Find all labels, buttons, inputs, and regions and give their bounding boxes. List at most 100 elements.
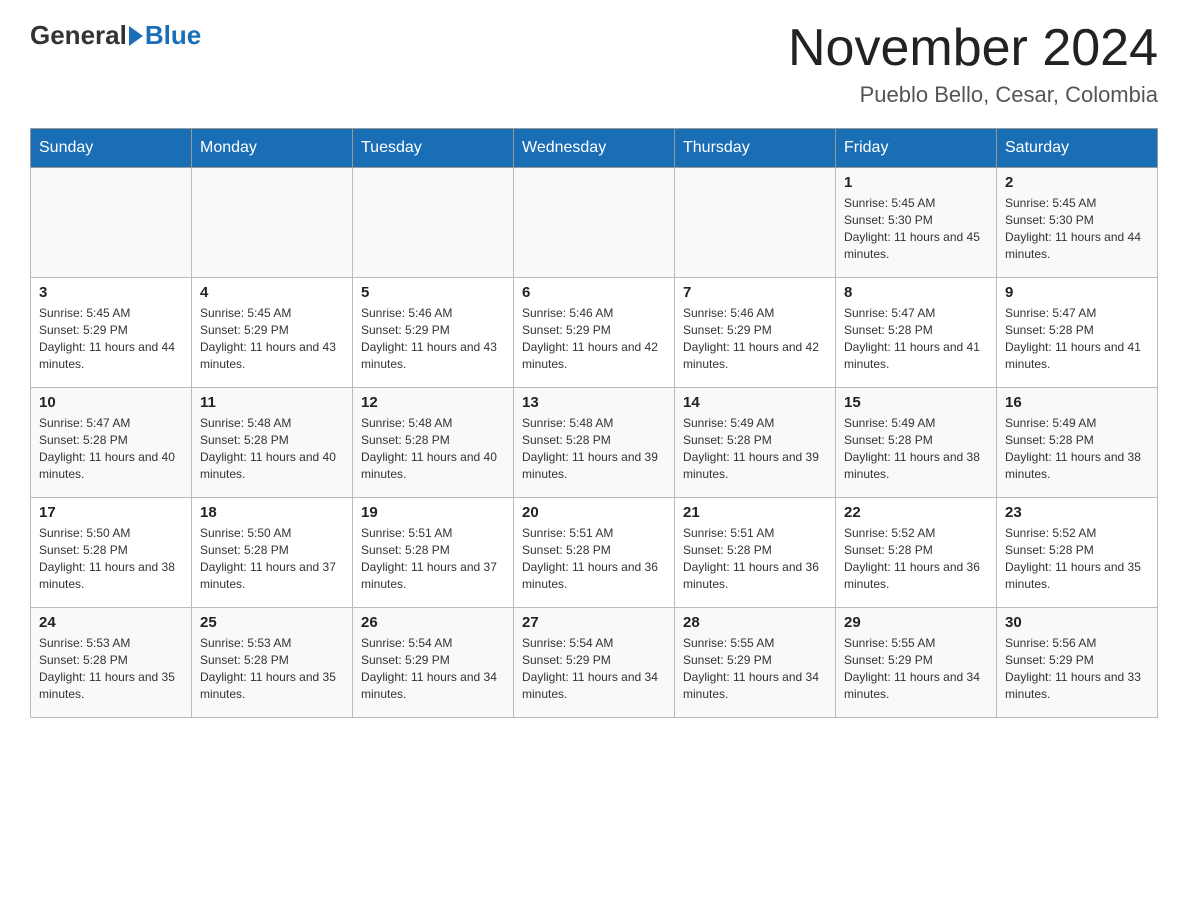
day-info: Sunrise: 5:55 AM Sunset: 5:29 PM Dayligh… — [844, 635, 988, 702]
day-info: Sunrise: 5:45 AM Sunset: 5:29 PM Dayligh… — [39, 305, 183, 372]
logo-blue-text: Blue — [145, 20, 201, 51]
day-info: Sunrise: 5:53 AM Sunset: 5:28 PM Dayligh… — [39, 635, 183, 702]
day-info: Sunrise: 5:50 AM Sunset: 5:28 PM Dayligh… — [200, 525, 344, 592]
day-info: Sunrise: 5:52 AM Sunset: 5:28 PM Dayligh… — [844, 525, 988, 592]
calendar-day: 13 Sunrise: 5:48 AM Sunset: 5:28 PM Dayli… — [514, 388, 675, 498]
calendar-day: 23 Sunrise: 5:52 AM Sunset: 5:28 PM Dayli… — [997, 498, 1158, 608]
day-number: 17 — [39, 504, 183, 521]
day-info: Sunrise: 5:48 AM Sunset: 5:28 PM Dayligh… — [200, 415, 344, 482]
col-wednesday: Wednesday — [514, 129, 675, 168]
day-info: Sunrise: 5:52 AM Sunset: 5:28 PM Dayligh… — [1005, 525, 1149, 592]
col-sunday: Sunday — [31, 129, 192, 168]
location-subtitle: Pueblo Bello, Cesar, Colombia — [788, 82, 1158, 108]
day-number: 2 — [1005, 174, 1149, 191]
day-number: 12 — [361, 394, 505, 411]
day-number: 6 — [522, 284, 666, 301]
day-info: Sunrise: 5:46 AM Sunset: 5:29 PM Dayligh… — [361, 305, 505, 372]
day-info: Sunrise: 5:55 AM Sunset: 5:29 PM Dayligh… — [683, 635, 827, 702]
calendar-day: 29Sunrise: 5:55 AM Sunset: 5:29 PM Dayli… — [836, 608, 997, 718]
day-number: 23 — [1005, 504, 1149, 521]
day-number: 14 — [683, 394, 827, 411]
day-number: 20 — [522, 504, 666, 521]
day-number: 10 — [39, 394, 183, 411]
col-thursday: Thursday — [675, 129, 836, 168]
calendar-day — [31, 168, 192, 278]
calendar-day: 8Sunrise: 5:47 AM Sunset: 5:28 PM Daylig… — [836, 278, 997, 388]
day-info: Sunrise: 5:45 AM Sunset: 5:29 PM Dayligh… — [200, 305, 344, 372]
day-info: Sunrise: 5:49 AM Sunset: 5:28 PM Dayligh… — [683, 415, 827, 482]
calendar-day: 26 Sunrise: 5:54 AM Sunset: 5:29 PM Dayli… — [353, 608, 514, 718]
day-number: 3 — [39, 284, 183, 301]
calendar-day: 21 Sunrise: 5:51 AM Sunset: 5:28 PM Dayli… — [675, 498, 836, 608]
page-header: General Blue November 2024 Pueblo Bello,… — [30, 20, 1158, 108]
day-info: Sunrise: 5:48 AM Sunset: 5:28 PM Dayligh… — [361, 415, 505, 482]
calendar-day: 14 Sunrise: 5:49 AM Sunset: 5:28 PM Dayli… — [675, 388, 836, 498]
day-info: Sunrise: 5:46 AM Sunset: 5:29 PM Dayligh… — [683, 305, 827, 372]
calendar-day: 11 Sunrise: 5:48 AM Sunset: 5:28 PM Dayli… — [192, 388, 353, 498]
col-tuesday: Tuesday — [353, 129, 514, 168]
day-info: Sunrise: 5:50 AM Sunset: 5:28 PM Dayligh… — [39, 525, 183, 592]
day-number: 26 — [361, 614, 505, 631]
calendar-day: 18 Sunrise: 5:50 AM Sunset: 5:28 PM Dayli… — [192, 498, 353, 608]
calendar-day: 5 Sunrise: 5:46 AM Sunset: 5:29 PM Daylig… — [353, 278, 514, 388]
calendar-day: 7 Sunrise: 5:46 AM Sunset: 5:29 PM Daylig… — [675, 278, 836, 388]
calendar-day: 19Sunrise: 5:51 AM Sunset: 5:28 PM Dayli… — [353, 498, 514, 608]
calendar-week-5: 24 Sunrise: 5:53 AM Sunset: 5:28 PM Dayli… — [31, 608, 1158, 718]
calendar-day: 30 Sunrise: 5:56 AM Sunset: 5:29 PM Dayli… — [997, 608, 1158, 718]
calendar-week-3: 10Sunrise: 5:47 AM Sunset: 5:28 PM Dayli… — [31, 388, 1158, 498]
day-number: 28 — [683, 614, 827, 631]
day-number: 11 — [200, 394, 344, 411]
calendar-day: 22Sunrise: 5:52 AM Sunset: 5:28 PM Dayli… — [836, 498, 997, 608]
calendar-day: 27 Sunrise: 5:54 AM Sunset: 5:29 PM Dayli… — [514, 608, 675, 718]
calendar-week-1: 1 Sunrise: 5:45 AM Sunset: 5:30 PM Daylig… — [31, 168, 1158, 278]
day-number: 16 — [1005, 394, 1149, 411]
calendar-day: 16 Sunrise: 5:49 AM Sunset: 5:28 PM Dayli… — [997, 388, 1158, 498]
day-number: 18 — [200, 504, 344, 521]
calendar-day: 15 Sunrise: 5:49 AM Sunset: 5:28 PM Dayli… — [836, 388, 997, 498]
day-number: 24 — [39, 614, 183, 631]
calendar-day: 28 Sunrise: 5:55 AM Sunset: 5:29 PM Dayli… — [675, 608, 836, 718]
day-number: 13 — [522, 394, 666, 411]
calendar-day — [192, 168, 353, 278]
month-title: November 2024 — [788, 20, 1158, 77]
calendar-day: 17 Sunrise: 5:50 AM Sunset: 5:28 PM Dayli… — [31, 498, 192, 608]
calendar-day: 24 Sunrise: 5:53 AM Sunset: 5:28 PM Dayli… — [31, 608, 192, 718]
calendar-day: 4 Sunrise: 5:45 AM Sunset: 5:29 PM Daylig… — [192, 278, 353, 388]
day-number: 19 — [361, 504, 505, 521]
calendar-week-4: 17 Sunrise: 5:50 AM Sunset: 5:28 PM Dayli… — [31, 498, 1158, 608]
day-number: 5 — [361, 284, 505, 301]
day-info: Sunrise: 5:47 AM Sunset: 5:28 PM Dayligh… — [844, 305, 988, 372]
day-info: Sunrise: 5:51 AM Sunset: 5:28 PM Dayligh… — [683, 525, 827, 592]
day-info: Sunrise: 5:46 AM Sunset: 5:29 PM Dayligh… — [522, 305, 666, 372]
day-info: Sunrise: 5:54 AM Sunset: 5:29 PM Dayligh… — [522, 635, 666, 702]
day-info: Sunrise: 5:53 AM Sunset: 5:28 PM Dayligh… — [200, 635, 344, 702]
calendar-day: 1Sunrise: 5:45 AM Sunset: 5:30 PM Daylig… — [836, 168, 997, 278]
calendar-day: 10Sunrise: 5:47 AM Sunset: 5:28 PM Dayli… — [31, 388, 192, 498]
day-info: Sunrise: 5:56 AM Sunset: 5:29 PM Dayligh… — [1005, 635, 1149, 702]
calendar-table: Sunday Monday Tuesday Wednesday Thursday… — [30, 128, 1158, 718]
day-info: Sunrise: 5:49 AM Sunset: 5:28 PM Dayligh… — [1005, 415, 1149, 482]
day-info: Sunrise: 5:51 AM Sunset: 5:28 PM Dayligh… — [522, 525, 666, 592]
day-number: 1 — [844, 174, 988, 191]
day-info: Sunrise: 5:54 AM Sunset: 5:29 PM Dayligh… — [361, 635, 505, 702]
day-number: 15 — [844, 394, 988, 411]
day-info: Sunrise: 5:48 AM Sunset: 5:28 PM Dayligh… — [522, 415, 666, 482]
calendar-day — [514, 168, 675, 278]
day-number: 4 — [200, 284, 344, 301]
day-info: Sunrise: 5:47 AM Sunset: 5:28 PM Dayligh… — [1005, 305, 1149, 372]
calendar-day: 12 Sunrise: 5:48 AM Sunset: 5:28 PM Dayli… — [353, 388, 514, 498]
day-number: 21 — [683, 504, 827, 521]
day-info: Sunrise: 5:49 AM Sunset: 5:28 PM Dayligh… — [844, 415, 988, 482]
calendar-week-2: 3 Sunrise: 5:45 AM Sunset: 5:29 PM Daylig… — [31, 278, 1158, 388]
col-saturday: Saturday — [997, 129, 1158, 168]
calendar-day — [353, 168, 514, 278]
day-number: 30 — [1005, 614, 1149, 631]
col-friday: Friday — [836, 129, 997, 168]
calendar-day: 6 Sunrise: 5:46 AM Sunset: 5:29 PM Daylig… — [514, 278, 675, 388]
day-number: 7 — [683, 284, 827, 301]
day-number: 27 — [522, 614, 666, 631]
header-row: Sunday Monday Tuesday Wednesday Thursday… — [31, 129, 1158, 168]
logo-general-text: General — [30, 20, 127, 51]
calendar-day: 9Sunrise: 5:47 AM Sunset: 5:28 PM Daylig… — [997, 278, 1158, 388]
day-info: Sunrise: 5:45 AM Sunset: 5:30 PM Dayligh… — [1005, 195, 1149, 262]
